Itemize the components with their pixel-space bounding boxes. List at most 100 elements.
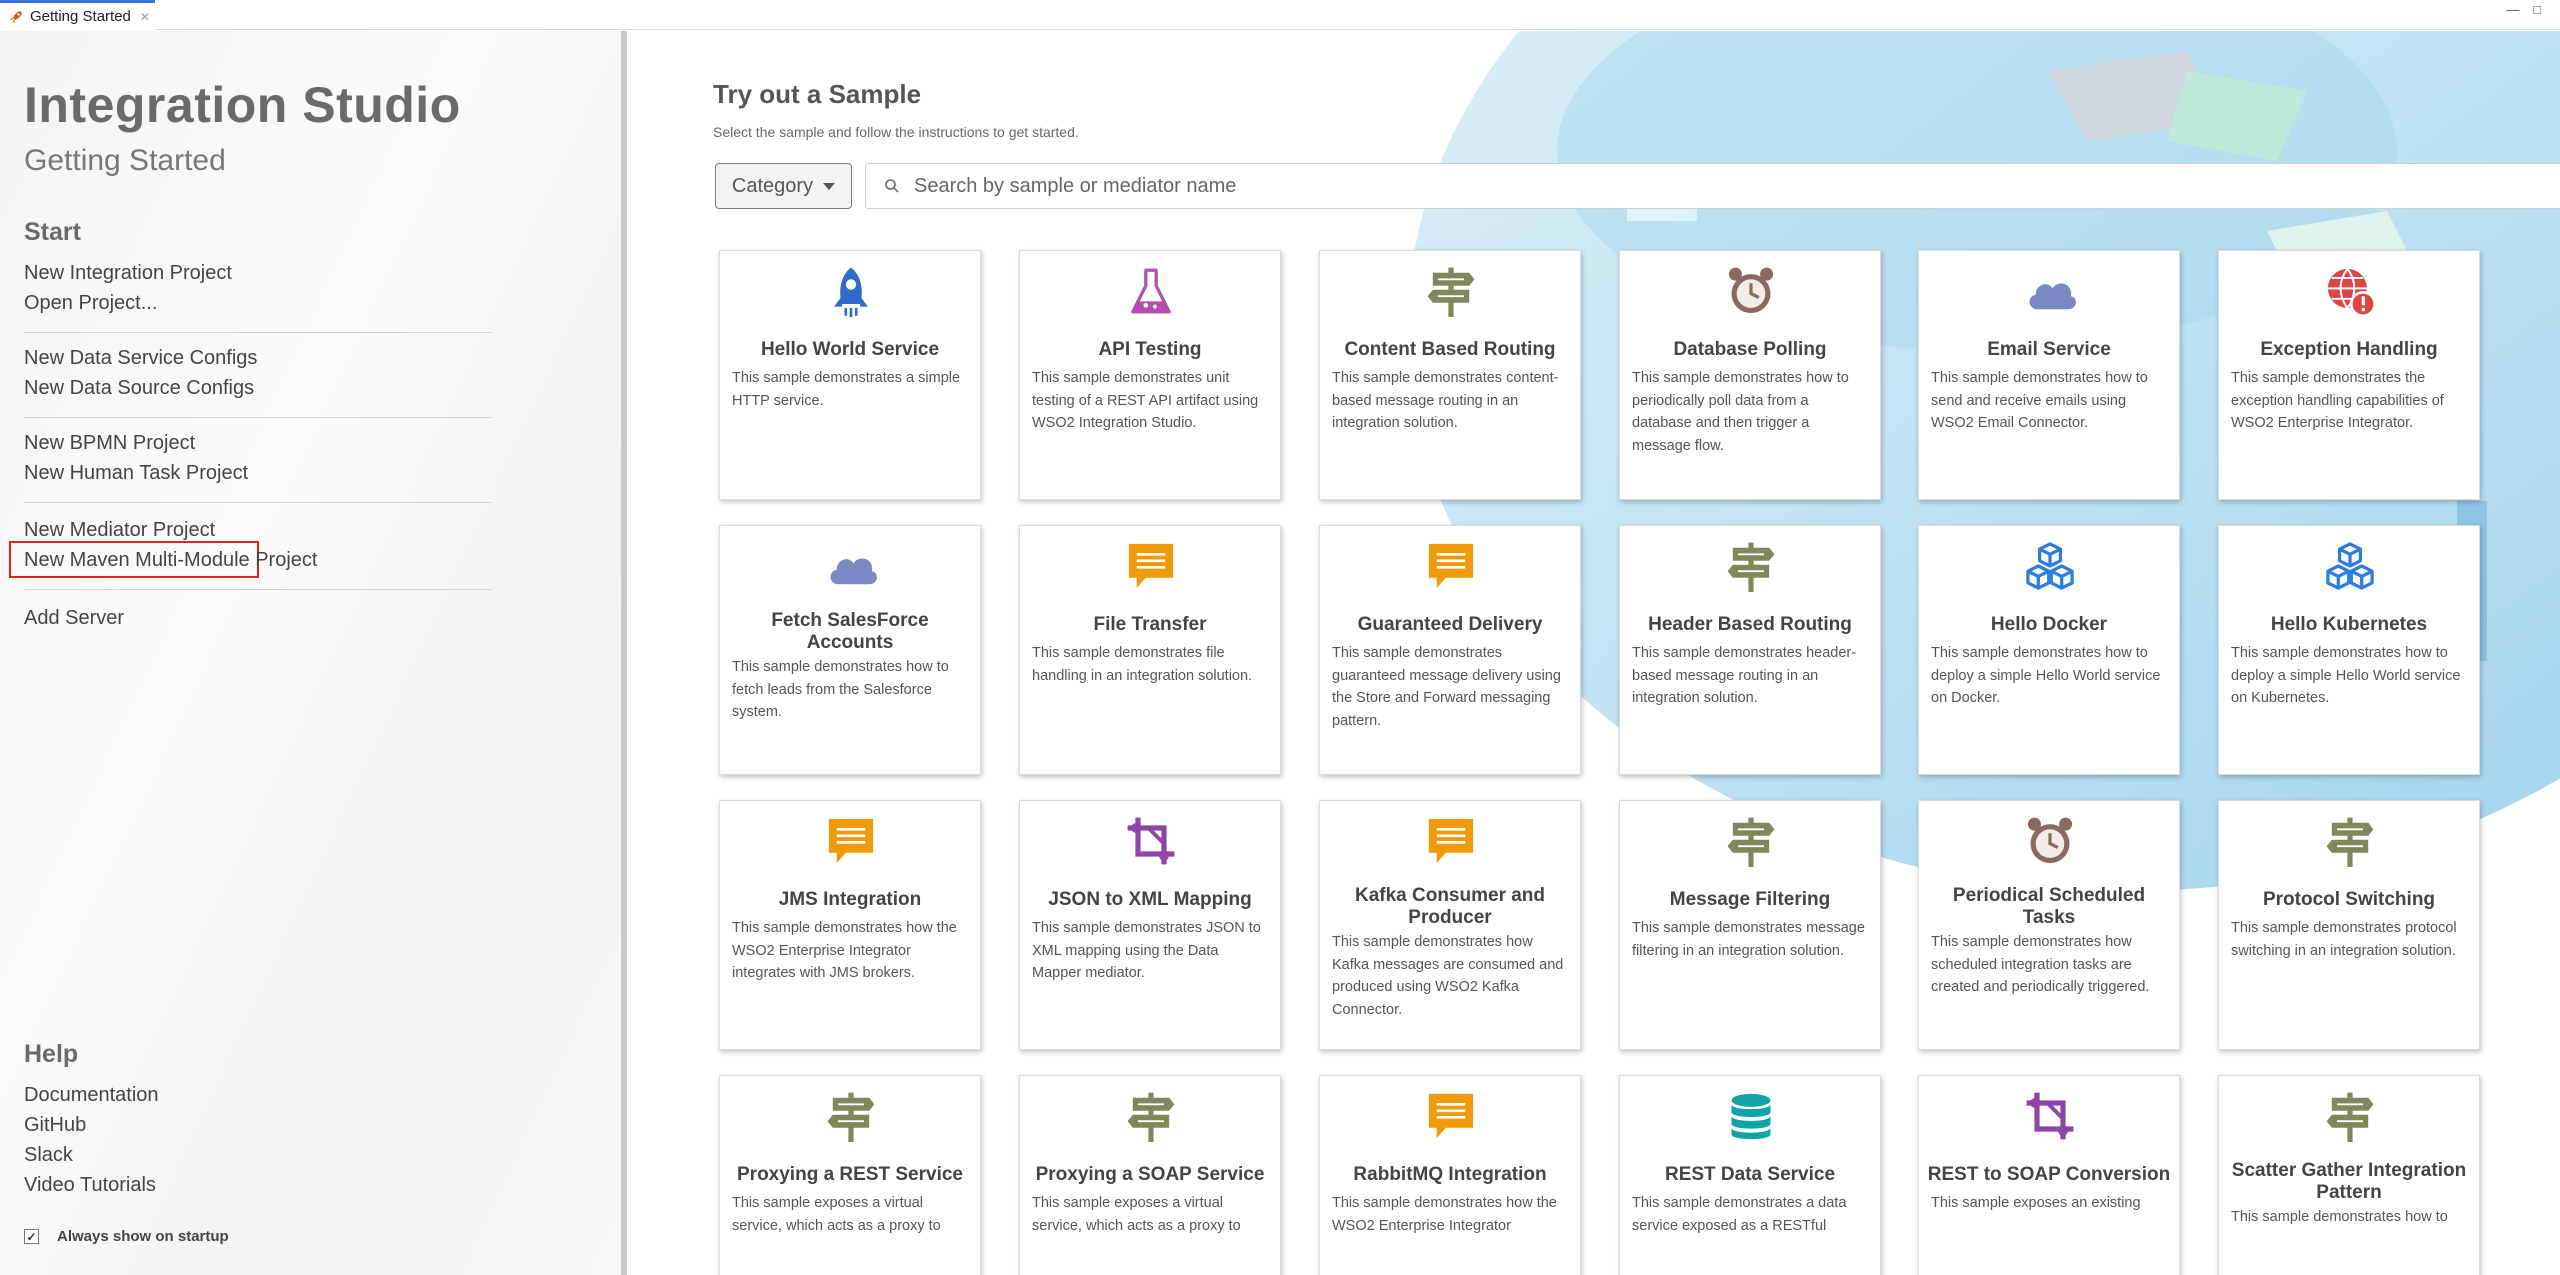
sample-card[interactable]: Hello World Service This sample demonstra… — [719, 250, 981, 500]
sample-card[interactable]: Proxying a SOAP Service This sample expos… — [1019, 1075, 1281, 1275]
new-maven-multi-module-project-link[interactable]: New Maven Multi-Module Project — [24, 549, 317, 572]
sample-card[interactable]: Message Filtering This sample demonstrate… — [1619, 800, 1881, 1050]
sample-card[interactable]: Fetch SalesForce Accounts This sample dem… — [719, 525, 981, 775]
message-icon — [1320, 815, 1582, 871]
cubes-icon — [1919, 540, 2181, 596]
sample-title: Kafka Consumer and Producer — [1354, 885, 1546, 928]
category-label: Category — [731, 174, 814, 197]
search-placeholder: Search by sample or mediator name — [914, 174, 1237, 197]
crop-icon — [1919, 1090, 2181, 1146]
signpost-icon — [1320, 265, 1582, 321]
sample-title: File Transfer — [1093, 614, 1207, 635]
cloud-icon — [720, 540, 982, 596]
alarm-clock-icon — [1620, 265, 1882, 321]
new-human-task-project-link[interactable]: New Human Task Project — [24, 462, 248, 485]
sample-description: This sample demonstrates guaranteed mess… — [1332, 645, 1561, 729]
rocket-icon — [720, 265, 982, 321]
sample-title: REST to SOAP Conversion — [1927, 1164, 2171, 1185]
sample-title: JSON to XML Mapping — [1048, 889, 1252, 910]
maximize-button[interactable]: □ — [2528, 2, 2546, 18]
rocket-icon — [10, 10, 22, 23]
sample-card[interactable]: REST to SOAP Conversion This sample expos… — [1918, 1075, 2180, 1275]
sample-title: Protocol Switching — [2262, 889, 2436, 910]
globe-alert-icon — [2219, 265, 2481, 321]
signpost-icon — [720, 1090, 982, 1146]
sample-card[interactable]: Content Based Routing This sample demonst… — [1319, 250, 1581, 500]
start-heading: Start — [24, 218, 81, 246]
sample-card[interactable]: File Transfer This sample demonstrates fi… — [1019, 525, 1281, 775]
search-input[interactable]: Search by sample or mediator name — [865, 163, 2560, 209]
sample-card[interactable]: Proxying a REST Service This sample expos… — [719, 1075, 981, 1275]
sample-title: Guaranteed Delivery — [1357, 614, 1543, 635]
sample-description: This sample exposes an existing — [1931, 1195, 2141, 1211]
samples-subtitle: Select the sample and follow the instruc… — [713, 124, 1079, 140]
sample-card[interactable]: Kafka Consumer and Producer This sample d… — [1319, 800, 1581, 1050]
sample-card[interactable]: JSON to XML Mapping This sample demonstra… — [1019, 800, 1281, 1050]
sample-description: This sample demonstrates how to fetch le… — [732, 659, 949, 720]
minimize-button[interactable]: — — [2504, 2, 2522, 18]
tab-title: Getting Started — [30, 8, 131, 25]
github-link[interactable]: GitHub — [24, 1114, 86, 1137]
video-tutorials-link[interactable]: Video Tutorials — [24, 1174, 156, 1197]
always-show-label: Always show on startup — [57, 1228, 229, 1245]
new-bpmn-project-link[interactable]: New BPMN Project — [24, 432, 195, 455]
sample-description: This sample exposes a virtual service, w… — [732, 1195, 941, 1234]
sample-description: This sample demonstrates unit testing of… — [1032, 370, 1259, 431]
divider — [24, 332, 492, 333]
new-mediator-project-link[interactable]: New Mediator Project — [24, 519, 215, 542]
sample-title: Header Based Routing — [1648, 614, 1852, 635]
sample-card[interactable]: API Testing This sample demonstrates unit… — [1019, 250, 1281, 500]
new-integration-project-link[interactable]: New Integration Project — [24, 262, 232, 285]
signpost-icon — [1020, 1090, 1282, 1146]
sample-card[interactable]: Guaranteed Delivery This sample demonstra… — [1319, 525, 1581, 775]
category-dropdown[interactable]: Category — [715, 163, 852, 209]
sample-description: This sample demonstrates how the WSO2 En… — [1332, 1195, 1557, 1234]
always-show-checkbox[interactable]: ✓ — [24, 1229, 39, 1244]
sample-title: Scatter Gather Integration Pattern — [2231, 1160, 2467, 1203]
new-data-source-configs-link[interactable]: New Data Source Configs — [24, 377, 254, 400]
open-project-link[interactable]: Open Project... — [24, 292, 157, 315]
sample-description: This sample demonstrates how to send and… — [1931, 370, 2148, 431]
new-data-service-configs-link[interactable]: New Data Service Configs — [24, 347, 257, 370]
sample-card[interactable]: Exception Handling This sample demonstrat… — [2218, 250, 2480, 500]
sample-card[interactable]: REST Data Service This sample demonstrate… — [1619, 1075, 1881, 1275]
sample-description: This sample demonstrates the exception h… — [2231, 370, 2444, 431]
sample-card[interactable]: JMS Integration This sample demonstrates … — [719, 800, 981, 1050]
sample-description: This sample exposes a virtual service, w… — [1032, 1195, 1241, 1234]
sample-description: This sample demonstrates a simple HTTP s… — [732, 370, 961, 409]
crop-icon — [1020, 815, 1282, 871]
slack-link[interactable]: Slack — [24, 1144, 73, 1167]
sample-description: This sample demonstrates message filteri… — [1632, 920, 1865, 959]
sample-card[interactable]: Hello Docker This sample demonstrates how… — [1918, 525, 2180, 775]
sample-card[interactable]: Periodical Scheduled Tasks This sample de… — [1918, 800, 2180, 1050]
sample-card[interactable]: RabbitMQ Integration This sample demonstr… — [1319, 1075, 1581, 1275]
sample-card[interactable]: Database Polling This sample demonstrates… — [1619, 250, 1881, 500]
sample-card[interactable]: Header Based Routing This sample demonstr… — [1619, 525, 1881, 775]
sample-title: Hello Docker — [1990, 614, 2108, 635]
documentation-link[interactable]: Documentation — [24, 1084, 159, 1107]
caret-down-icon — [823, 182, 836, 190]
message-icon — [720, 815, 982, 871]
tab-close-icon[interactable]: ✕ — [140, 10, 150, 24]
sample-card[interactable]: Email Service This sample demonstrates ho… — [1918, 250, 2180, 500]
sample-card[interactable]: Scatter Gather Integration Pattern This s… — [2218, 1075, 2480, 1275]
sample-title: Periodical Scheduled Tasks — [1952, 885, 2146, 928]
sample-card[interactable]: Protocol Switching This sample demonstrat… — [2218, 800, 2480, 1050]
page-subtitle: Getting Started — [24, 144, 226, 177]
sample-title: Email Service — [1987, 339, 2111, 360]
sample-description: This sample demonstrates how Kafka messa… — [1332, 934, 1564, 1018]
left-panel: Integration Studio Getting Started Start… — [0, 31, 621, 1275]
sample-card[interactable]: Hello Kubernetes This sample demonstrates… — [2218, 525, 2480, 775]
sample-title: Hello Kubernetes — [2270, 614, 2428, 635]
divider — [24, 417, 492, 418]
sample-description: This sample demonstrates how scheduled i… — [1931, 934, 2150, 995]
sample-title: Hello World Service — [760, 339, 940, 360]
sample-title: Proxying a REST Service — [737, 1164, 963, 1185]
add-server-link[interactable]: Add Server — [24, 607, 124, 630]
sample-description: This sample demonstrates a data service … — [1632, 1195, 1847, 1234]
tab-getting-started[interactable]: Getting Started ✕ — [0, 0, 155, 30]
signpost-icon — [1620, 815, 1882, 871]
sample-description: This sample demonstrates how to periodic… — [1632, 370, 1849, 454]
always-show-checkbox-row[interactable]: ✓ Always show on startup — [24, 1228, 229, 1245]
cloud-icon — [1919, 265, 2181, 321]
